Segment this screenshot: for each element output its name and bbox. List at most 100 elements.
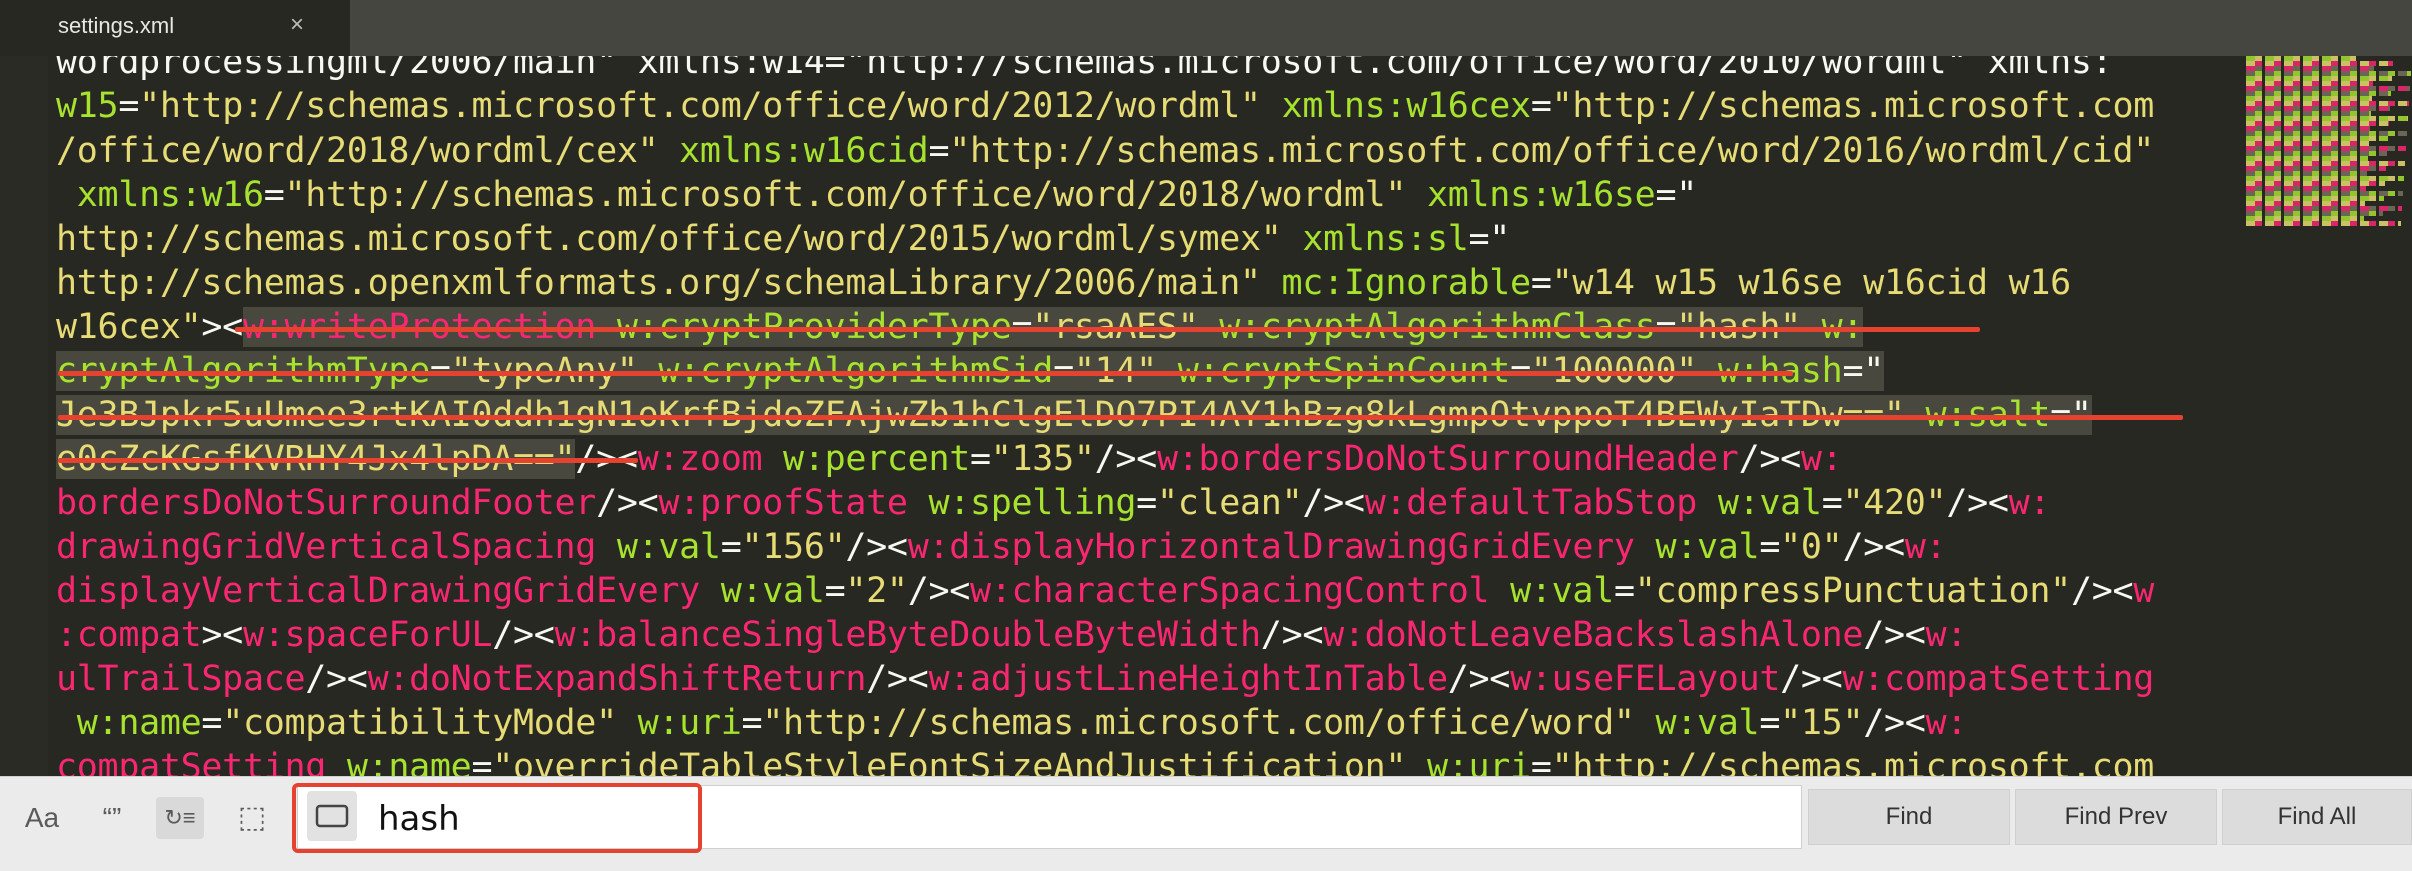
xml-tag: w:defaultTabStop — [1364, 483, 1698, 523]
xml-tag: w:useFELayout — [1510, 659, 1781, 699]
xml-punct: />< — [1260, 615, 1324, 655]
xml-punct: = — [928, 131, 950, 171]
xml-punct: />< — [1863, 703, 1926, 743]
code-line: /office/word/2018/wordml/cex" xmlns:w16c… — [56, 129, 2154, 173]
xml-punct: />< — [1780, 659, 1843, 699]
xml-tag: w:bordersDoNotSurroundHeader — [1156, 439, 1739, 479]
xml-punct: />< — [492, 615, 555, 655]
xml-string: "w14 w15 w16se w16cid w16 — [1551, 263, 2072, 303]
xml-tag: w:proofState — [658, 483, 908, 523]
xml-tag: w:displayHorizontalDrawingGridEvery — [907, 527, 1635, 567]
xml-punct: =" — [1655, 175, 1697, 215]
xml-attribute: w:val — [699, 571, 825, 611]
code-line: w:name="compatibilityMode" w:uri="http:/… — [56, 701, 1968, 745]
xml-string: "420" — [1842, 483, 1947, 523]
xml-punct: />< — [1094, 439, 1158, 479]
line-gutter — [0, 56, 48, 776]
xml-punct: />< — [1738, 439, 1802, 479]
find-bar: Aa “” ↻≡ ⬚ ▼ hash Find Find Prev Find Al… — [0, 776, 2412, 871]
find-all-button[interactable]: Find All — [2222, 789, 2412, 845]
xml-attribute: w:name — [326, 747, 472, 776]
tab-settings-xml[interactable]: settings.xml × — [0, 0, 350, 56]
code-line: wordprocessingml/2006/main" xmlns:w14="h… — [56, 56, 2113, 84]
xml-punct: = — [1530, 263, 1552, 303]
xml-tag: w: — [1800, 439, 1843, 479]
whole-word-toggle[interactable]: “” — [88, 797, 136, 839]
highlight-underline — [58, 458, 638, 463]
query-highlight-box — [292, 783, 702, 853]
xml-punct: = — [1530, 86, 1552, 126]
highlight-underline — [58, 415, 2183, 420]
xml-punct: />< — [1863, 615, 1926, 655]
code-line: bordersDoNotSurroundFooter />< w:proofStat… — [56, 481, 2050, 525]
wrap-toggle[interactable]: ↻≡ — [156, 797, 204, 839]
xml-tag: w:zoom — [637, 439, 763, 479]
xml-string: "http://schemas.microsoft.com/office/wor… — [139, 86, 1261, 126]
xml-punct: />< — [1946, 483, 2009, 523]
xml-attribute: w:name — [56, 703, 202, 743]
xml-punct: = — [1759, 703, 1781, 743]
xml-string: http://schemas.microsoft.com/office/word… — [56, 219, 1282, 259]
code-line: :compat><w:spaceForUL/><w:balanceSingleB… — [56, 613, 1967, 657]
xml-punct: />< — [866, 659, 929, 699]
case-sensitive-toggle[interactable]: Aa — [18, 797, 66, 839]
xml-punct: />< — [1302, 483, 1365, 523]
xml-attribute: w:spelling — [907, 483, 1137, 523]
minimap-line — [2246, 221, 2401, 226]
xml-punct: />< — [907, 571, 971, 611]
find-button[interactable]: Find — [1808, 789, 2010, 845]
code-line: drawingGridVerticalSpacing w:val="156"/>… — [56, 525, 1947, 569]
xml-string: "compatibilityMode" — [222, 703, 617, 743]
xml-tag: w:balanceSingleByteDoubleByteWidth — [554, 615, 1262, 655]
xml-tag: w:spaceForUL — [242, 615, 493, 655]
xml-tag: drawingGridVerticalSpacing — [56, 527, 597, 567]
xml-attribute: w:percent — [762, 439, 970, 479]
close-icon[interactable]: × — [290, 11, 304, 39]
xml-punct: = — [263, 175, 285, 215]
xml-punct: wordprocessingml/2006/main" xmlns:w14="h… — [56, 56, 2113, 82]
code-line: http://schemas.openxmlformats.org/schema… — [56, 261, 2071, 305]
xml-string: /office/word/2018/wordml/cex" — [56, 131, 659, 171]
tab-bar: settings.xml × — [0, 0, 2412, 56]
xml-punct: = — [118, 86, 140, 126]
xml-string: "2" — [845, 571, 908, 611]
xml-punct: />< — [305, 659, 368, 699]
xml-attribute: xmlns:w16se — [1406, 175, 1656, 215]
xml-attribute: w:uri — [1406, 747, 1531, 776]
xml-attribute: xmlns:w16 — [56, 175, 264, 215]
xml-string: "0" — [1780, 527, 1843, 567]
xml-tag: w: — [1925, 615, 1968, 655]
xml-attribute: xmlns:w16cex — [1260, 86, 1532, 126]
xml-punct: = — [824, 571, 846, 611]
xml-tag: w:adjustLineHeightInTable — [928, 659, 1448, 699]
tab-title: settings.xml — [58, 13, 175, 38]
xml-attribute: xmlns:sl — [1281, 219, 1469, 259]
xml-punct: = — [201, 703, 223, 743]
find-prev-button[interactable]: Find Prev — [2015, 789, 2217, 845]
xml-attribute: w:val — [1697, 483, 1822, 523]
xml-punct: />< — [2070, 571, 2134, 611]
xml-attribute: w:val — [1489, 571, 1614, 611]
xml-punct: =" — [1842, 351, 1884, 391]
code-line: compatSetting w:name="overrideTableStyle… — [56, 745, 2154, 776]
xml-tag: w:doNotLeaveBackslashAlone — [1323, 615, 1864, 655]
xml-string: http://schemas.openxmlformats.org/schema… — [56, 263, 1261, 303]
xml-tag: :compat — [56, 615, 202, 655]
minimap[interactable] — [2246, 56, 2412, 231]
xml-punct: />< — [1447, 659, 1511, 699]
xml-string: "15" — [1780, 703, 1864, 743]
xml-tag: w:characterSpacingControl — [970, 571, 1490, 611]
xml-attribute: w:val — [1634, 527, 1760, 567]
in-selection-toggle[interactable]: ⬚ — [228, 797, 276, 839]
xml-attribute: w15 — [56, 86, 119, 126]
xml-tag: w: — [1904, 527, 1947, 567]
xml-tag: bordersDoNotSurroundFooter — [56, 483, 597, 523]
xml-string: "clean" — [1156, 483, 1303, 523]
xml-punct: = — [1759, 527, 1781, 567]
xml-punct: =" — [1468, 219, 1511, 259]
xml-punct: >< — [201, 615, 243, 655]
code-editor[interactable]: wordprocessingml/2006/main" xmlns:w14="h… — [0, 56, 2412, 776]
code-line: http://schemas.microsoft.com/office/word… — [56, 217, 1510, 261]
xml-punct: = — [741, 703, 763, 743]
xml-string: "overrideTableStyleFontSizeAndJustificat… — [492, 747, 1407, 776]
